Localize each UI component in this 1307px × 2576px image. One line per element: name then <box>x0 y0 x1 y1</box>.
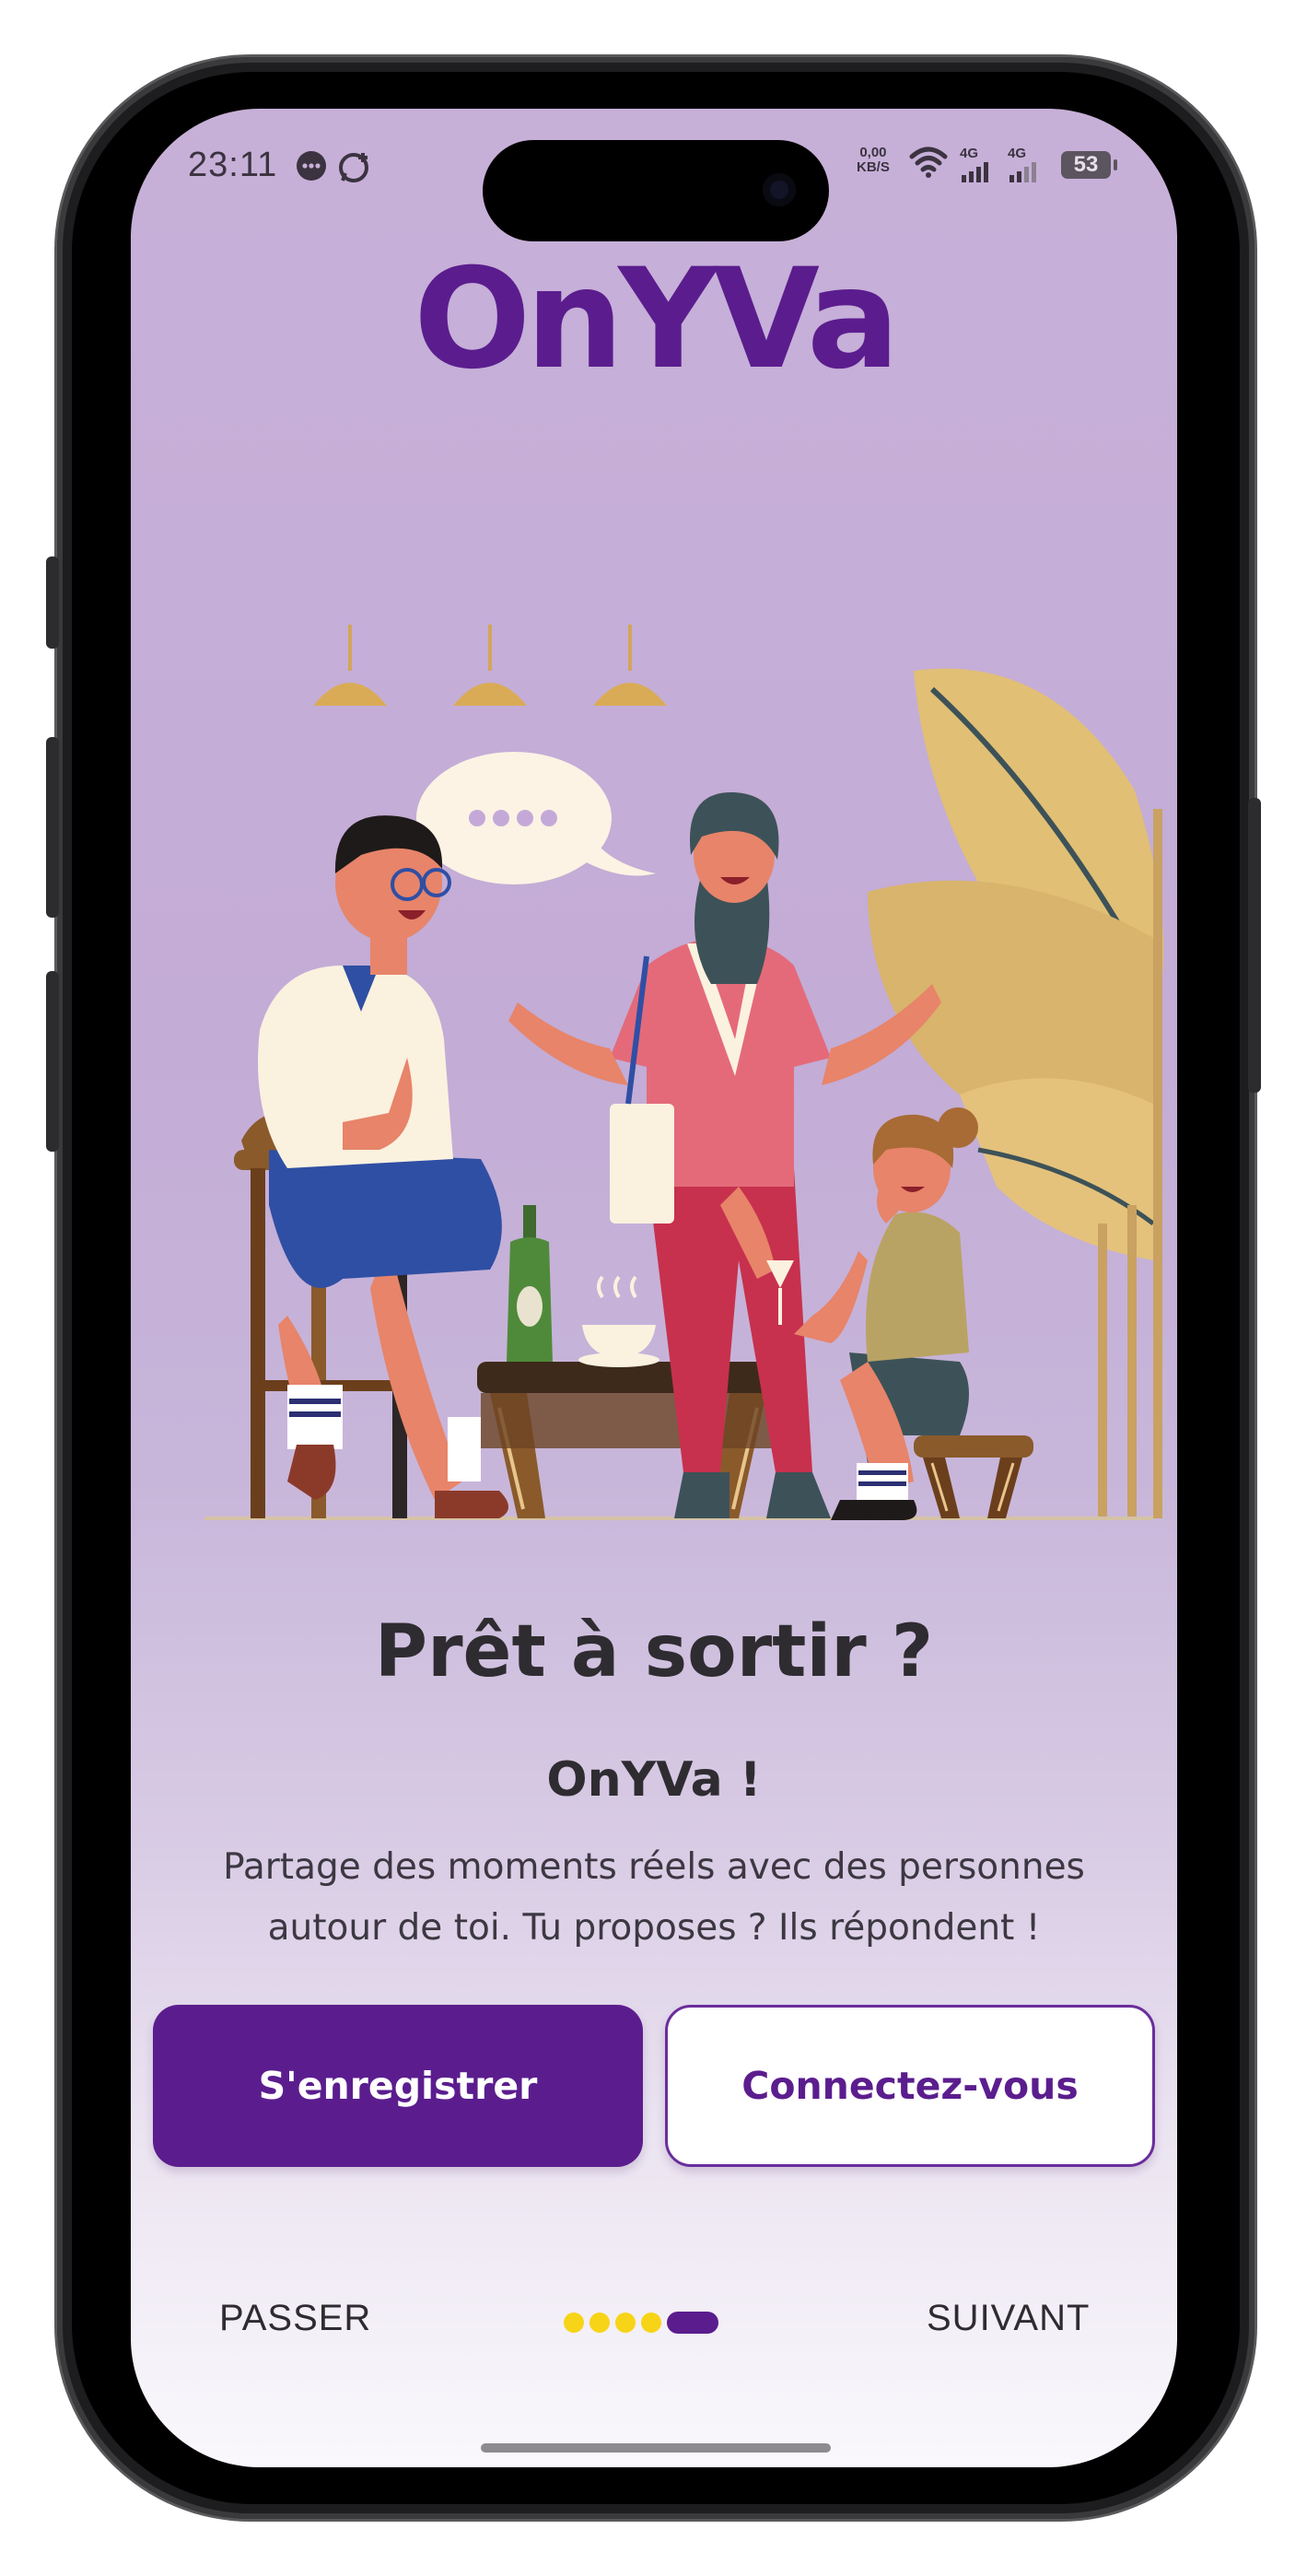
network-type-1: 4G <box>960 146 979 161</box>
woman-sitting-character <box>794 1107 978 1520</box>
status-bar: 23:11 0,00 KB/S 4G 4G 53 <box>131 109 1177 241</box>
speed-unit: KB/S <box>857 159 890 175</box>
page-dot <box>641 2313 661 2333</box>
dynamic-island <box>483 140 829 241</box>
network-speed: 0,00 KB/S <box>857 146 890 175</box>
speed-value: 0,00 <box>859 145 887 160</box>
bar-stool-icon <box>914 1435 1033 1518</box>
whatsapp-icon <box>339 153 368 182</box>
next-button[interactable]: SUIVANT <box>927 2298 1090 2339</box>
app-screen: 23:11 0,00 KB/S 4G 4G 53 OnYVa Prêt à so… <box>131 109 1177 2467</box>
page-dot <box>589 2313 610 2333</box>
volume-up-button <box>46 737 59 918</box>
table-icon <box>477 1362 781 1518</box>
page-dot-active <box>667 2312 718 2334</box>
network-type-2: 4G <box>1008 146 1027 161</box>
signal-bars-icon <box>962 162 988 182</box>
friends-hangout-illustration <box>204 625 1164 1520</box>
chat-bubble-icon <box>297 151 326 181</box>
page-dot <box>615 2313 636 2333</box>
skip-button[interactable]: PASSER <box>219 2298 371 2339</box>
coffee-cup-icon <box>578 1275 659 1367</box>
page-description: Partage des moments réels avec des perso… <box>223 1846 1085 1949</box>
page-indicator <box>564 2311 718 2335</box>
page-dot <box>564 2313 584 2333</box>
man-character <box>258 815 508 1518</box>
login-button[interactable]: Connectez-vous <box>665 2005 1155 2167</box>
register-button[interactable]: S'enregistrer <box>153 2005 643 2167</box>
app-logo: OnYVa <box>413 240 900 400</box>
pendant-lamp-icon <box>313 625 667 706</box>
page-title: Prêt à sortir ? <box>374 1610 934 1693</box>
action-button <box>46 556 59 649</box>
signal-bars-icon <box>1009 162 1036 182</box>
battery-indicator: 53 <box>1061 151 1117 179</box>
home-indicator[interactable] <box>481 2443 831 2453</box>
volume-down-button <box>46 971 59 1152</box>
wifi-icon <box>909 146 948 178</box>
speech-bubble-icon <box>416 752 656 884</box>
wine-bottle-icon <box>507 1205 553 1362</box>
front-camera-icon <box>763 173 796 206</box>
power-button <box>1248 798 1261 1093</box>
page-subtitle: OnYVa ! <box>546 1752 762 1808</box>
status-time: 23:11 <box>188 146 278 184</box>
